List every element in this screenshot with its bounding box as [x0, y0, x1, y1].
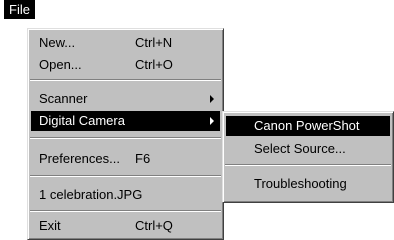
- menu-item-label: Scanner: [39, 91, 88, 106]
- menu-separator: [30, 137, 221, 139]
- menu-item-new[interactable]: New... Ctrl+N: [31, 33, 220, 53]
- menu-item-label: Preferences...: [39, 151, 120, 166]
- shortcut-label: F6: [135, 151, 151, 166]
- menu-file[interactable]: File: [4, 0, 35, 19]
- menu-item-exit[interactable]: Exit Ctrl+Q: [31, 216, 220, 236]
- menu-item-label: Canon PowerShot: [254, 118, 360, 133]
- menu-item-preferences[interactable]: Preferences... F6: [31, 149, 220, 169]
- menu-item-label: New...: [39, 35, 76, 50]
- menu-separator: [30, 210, 221, 212]
- digital-camera-submenu: Canon PowerShot Select Source... Trouble…: [222, 111, 394, 203]
- menu-item-label: Exit: [39, 218, 61, 233]
- submenu-item-troubleshooting[interactable]: Troubleshooting: [226, 174, 390, 194]
- submenu-item-canon-powershot[interactable]: Canon PowerShot: [226, 116, 390, 136]
- menu-item-label: 1 celebration.JPG: [39, 187, 143, 202]
- menu-item-digital-camera[interactable]: Digital Camera: [31, 111, 220, 131]
- menu-separator: [225, 164, 391, 166]
- menu-item-recent-file[interactable]: 1 celebration.JPG: [31, 185, 220, 205]
- menu-item-scanner[interactable]: Scanner: [31, 89, 220, 109]
- submenu-item-select-source[interactable]: Select Source...: [226, 139, 390, 159]
- menu-item-label: Troubleshooting: [254, 176, 347, 191]
- menu-separator: [30, 175, 221, 177]
- submenu-arrow-icon: [210, 95, 214, 103]
- submenu-arrow-icon: [210, 117, 214, 125]
- menu-separator: [30, 79, 221, 81]
- menu-item-open[interactable]: Open... Ctrl+O: [31, 55, 220, 75]
- menu-item-label: Open...: [39, 57, 82, 72]
- menu-item-label: Select Source...: [254, 141, 346, 156]
- shortcut-label: Ctrl+Q: [135, 218, 173, 233]
- shortcut-label: Ctrl+O: [135, 57, 173, 72]
- file-menu: New... Ctrl+N Open... Ctrl+O Scanner Dig…: [27, 28, 224, 240]
- menu-item-label: Digital Camera: [39, 113, 125, 128]
- shortcut-label: Ctrl+N: [135, 35, 173, 50]
- menu-bar: File: [0, 0, 40, 20]
